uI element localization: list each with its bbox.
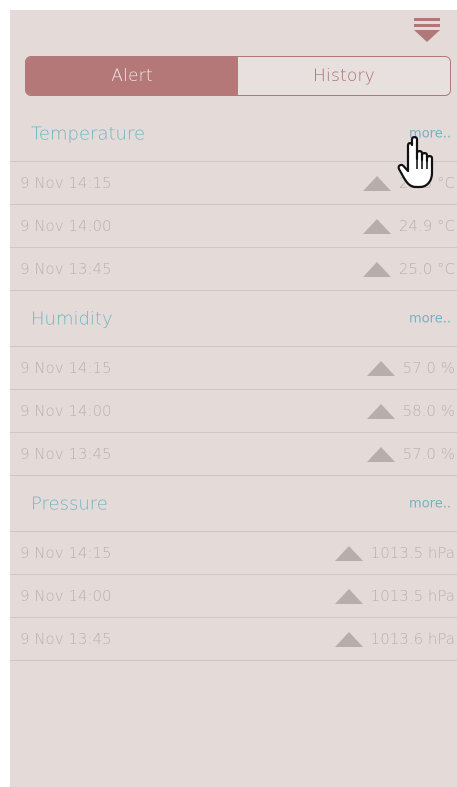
section-title: Humidity — [31, 308, 113, 329]
triangle-up-icon — [366, 360, 395, 376]
triangle-up-icon — [334, 588, 363, 604]
section-header-pressure: Pressure more.. — [10, 476, 457, 532]
row-time: 9 Nov 14:15 — [20, 174, 112, 192]
triangle-up-icon — [366, 403, 395, 419]
triangle-up-icon — [362, 218, 391, 234]
tab-alert[interactable]: Alert — [26, 57, 238, 95]
row-value: 57.0 % — [402, 445, 455, 463]
row-time: 9 Nov 14:00 — [20, 587, 112, 605]
list-item: 9 Nov 13:45 57.0 % — [10, 433, 457, 476]
list-item: 9 Nov 14:00 58.0 % — [10, 390, 457, 433]
row-value: 58.0 % — [402, 402, 455, 420]
triangle-up-icon — [362, 175, 391, 191]
tab-history[interactable]: History — [238, 57, 450, 95]
menu-dropdown-icon[interactable] — [414, 17, 440, 43]
row-value: 1013.5 hPa — [370, 544, 455, 562]
app-screen: Alert History Temperature more.. 9 Nov 1… — [10, 10, 457, 787]
more-link-humidity[interactable]: more.. — [409, 311, 451, 326]
row-time: 9 Nov 13:45 — [20, 630, 112, 648]
section-header-humidity: Humidity more.. — [10, 291, 457, 347]
list-item: 9 Nov 14:15 25.3 °C — [10, 162, 457, 205]
list-item: 9 Nov 14:15 57.0 % — [10, 347, 457, 390]
tab-history-label: History — [313, 66, 375, 86]
row-value: 1013.5 hPa — [370, 587, 455, 605]
row-time: 9 Nov 14:00 — [20, 217, 112, 235]
row-value: 1013.6 hPa — [370, 630, 455, 648]
section-header-temperature: Temperature more.. — [10, 106, 457, 162]
row-value: 57.0 % — [402, 359, 455, 377]
row-time: 9 Nov 14:15 — [20, 359, 112, 377]
triangle-up-icon — [334, 631, 363, 647]
list-item: 9 Nov 14:00 24.9 °C — [10, 205, 457, 248]
view-switcher: Alert History — [25, 56, 451, 96]
triangle-up-icon — [366, 446, 395, 462]
row-time: 9 Nov 13:45 — [20, 260, 112, 278]
row-time: 9 Nov 13:45 — [20, 445, 112, 463]
triangle-up-icon — [334, 545, 363, 561]
list-item: 9 Nov 14:00 1013.5 hPa — [10, 575, 457, 618]
section-title: Pressure — [31, 493, 108, 514]
triangle-up-icon — [362, 261, 391, 277]
list-item: 9 Nov 13:45 25.0 °C — [10, 248, 457, 291]
row-value: 24.9 °C — [398, 217, 455, 235]
list-item: 9 Nov 14:15 1013.5 hPa — [10, 532, 457, 575]
section-title: Temperature — [31, 123, 146, 144]
row-value: 25.0 °C — [398, 260, 455, 278]
hand-pointer-cursor — [397, 136, 434, 189]
tab-alert-label: Alert — [111, 66, 153, 86]
list-item: 9 Nov 13:45 1013.6 hPa — [10, 618, 457, 661]
row-time: 9 Nov 14:15 — [20, 544, 112, 562]
more-link-pressure[interactable]: more.. — [409, 496, 451, 511]
row-time: 9 Nov 14:00 — [20, 402, 112, 420]
